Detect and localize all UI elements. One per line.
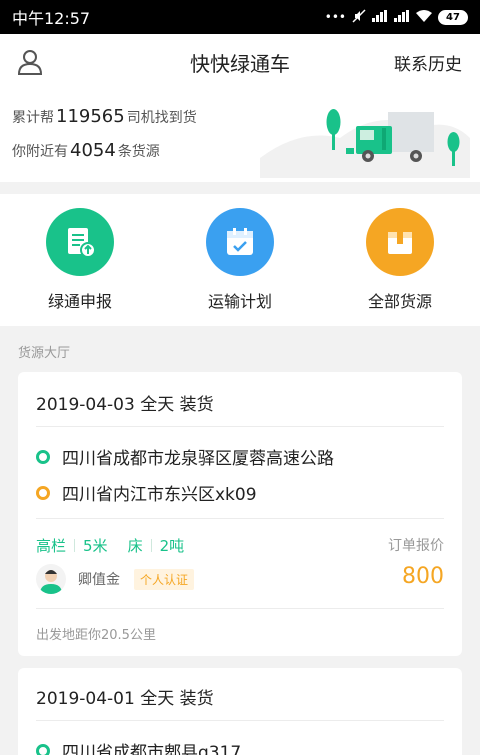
origin-dot-icon [36, 743, 50, 755]
stat-prefix: 累计帮 [12, 110, 54, 126]
load-date: 2019-04-03 全天 装货 [36, 395, 214, 415]
divider [36, 608, 444, 609]
calendar-check-icon [206, 208, 274, 276]
more-dots-icon: ••• [324, 10, 346, 24]
separator [74, 539, 76, 552]
status-time: 中午12:57 [12, 9, 91, 28]
top-bar: 快快绿通车 联系历史 [0, 34, 480, 90]
shipper-info: 卿值金 个人认证 [36, 564, 195, 594]
stats-banner: 累计帮 119565 司机找到货 你附近有 4054 条货源 [0, 90, 480, 182]
quick-action-label: 运输计划 [207, 292, 272, 311]
cargo-weight: 2吨 [159, 537, 185, 555]
divider [36, 426, 444, 427]
quick-action-label: 全部货源 [367, 292, 432, 311]
signal-icon [372, 9, 388, 25]
wifi-icon [416, 9, 432, 25]
status-bar: 中午12:57 ••• 47 [0, 0, 480, 34]
origin-dot-icon [36, 449, 50, 464]
mute-icon [352, 8, 366, 26]
quick-action-transport-plan[interactable]: 运输计划 [180, 208, 300, 312]
contact-history-button[interactable]: 联系历史 [394, 50, 462, 75]
cargo-listing-card[interactable]: 2019-04-03 全天 装货 四川省成都市龙泉驿区厦蓉高速公路 四川省内江市… [18, 372, 462, 656]
separator [150, 539, 152, 552]
signal-2-icon [394, 9, 410, 25]
truck-length: 5米 [83, 537, 108, 555]
cargo-listing-card[interactable]: 2019-04-01 全天 装货 四川省成都市郫县g317 [18, 668, 462, 755]
helped-drivers-stat: 累计帮 119565 司机找到货 [12, 106, 197, 127]
destination-address: 四川省内江市东兴区xk09 [36, 480, 257, 505]
verified-badge: 个人认证 [134, 568, 195, 590]
box-icon [366, 208, 434, 276]
quick-actions: 绿通申报 运输计划 全部货源 [0, 194, 480, 326]
price-label: 订单报价 [388, 538, 444, 554]
origin-address-text: 四川省成都市郫县g317 [62, 743, 242, 755]
load-date: 2019-04-01 全天 装货 [36, 689, 214, 709]
origin-address: 四川省成都市龙泉驿区厦蓉高速公路 [36, 444, 334, 469]
origin-address: 四川省成都市郫县g317 [36, 738, 241, 755]
truck-specs: 高栏 5米 床 2吨 [36, 535, 184, 556]
divider [36, 720, 444, 721]
destination-address-text: 四川省内江市东兴区xk09 [62, 485, 257, 505]
nearby-cargo-count: 4054 [70, 140, 116, 161]
quick-action-green-declare[interactable]: 绿通申报 [20, 208, 140, 312]
helped-drivers-count: 119565 [56, 106, 125, 127]
status-icons: ••• 47 [324, 8, 468, 26]
origin-address-text: 四川省成都市龙泉驿区厦蓉高速公路 [62, 449, 334, 469]
distance-text: 出发地距你20.5公里 [36, 628, 156, 643]
document-upload-icon [46, 208, 114, 276]
cargo-name: 床 [127, 537, 143, 555]
truck-type: 高栏 [36, 537, 67, 555]
stat-suffix: 条货源 [117, 144, 160, 160]
quick-action-all-cargo[interactable]: 全部货源 [340, 208, 460, 312]
nearby-cargo-stat: 你附近有 4054 条货源 [12, 140, 160, 161]
stat-suffix: 司机找到货 [126, 110, 197, 126]
price-value: 800 [402, 564, 444, 589]
divider [36, 518, 444, 519]
shipper-name: 卿值金 [78, 572, 120, 588]
stat-prefix: 你附近有 [12, 144, 68, 160]
quick-action-label: 绿通申报 [47, 292, 112, 311]
section-title-cargo-hall: 货源大厅 [18, 346, 71, 361]
destination-dot-icon [36, 485, 50, 500]
battery-icon: 47 [438, 9, 468, 25]
avatar [36, 564, 66, 594]
truck-illustration [260, 109, 470, 178]
